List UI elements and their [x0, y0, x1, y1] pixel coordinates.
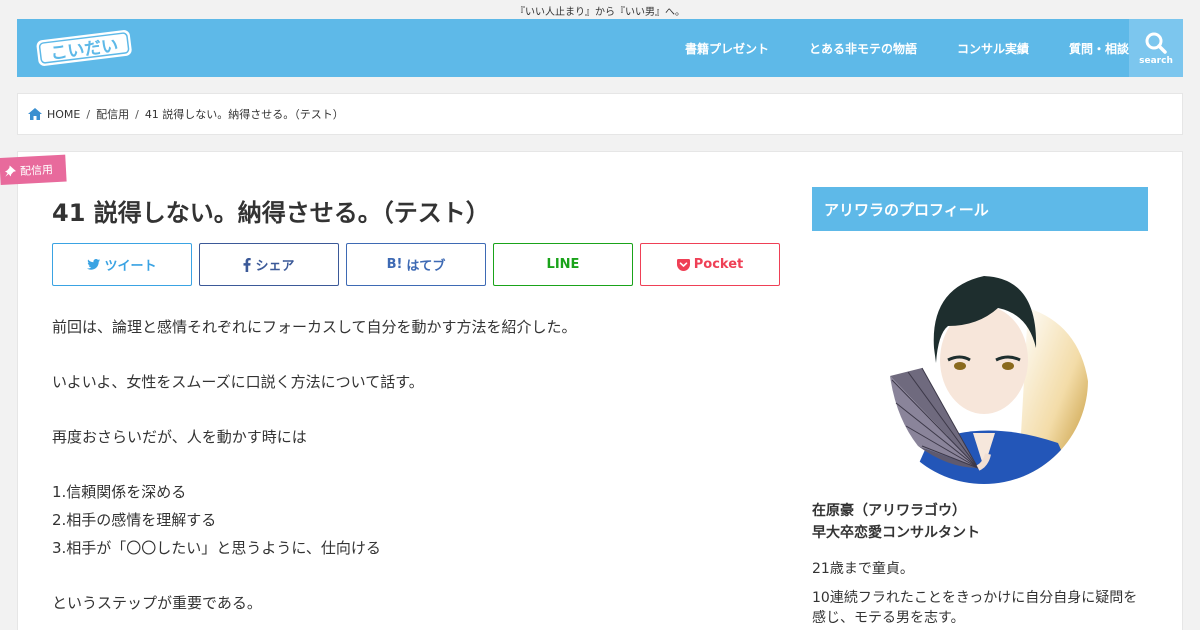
profile-bio: 21歳まで童貞。 10連続フラれたことをきっかけに自分自身に疑問を感じ、モテる男…: [812, 559, 1148, 630]
nav-item-book-present[interactable]: 書籍プレゼント: [685, 40, 769, 57]
hatena-b-icon: B!: [386, 257, 403, 272]
pocket-share-label: Pocket: [693, 257, 744, 272]
search-icon: [1145, 32, 1167, 54]
profile-name-line: 在原豪（アリワラゴウ）: [812, 503, 966, 519]
global-nav: 書籍プレゼント とある非モテの物語 コンサル実績 質問・相談: [645, 19, 1129, 77]
breadcrumb-category[interactable]: 配信用: [96, 106, 129, 122]
post-body: 前回は、論理と感情それぞれにフォーカスして自分を動かす方法を紹介した。 いよいよ…: [52, 313, 772, 617]
twitter-share-button[interactable]: ツイート: [52, 243, 192, 286]
paragraph: 再度おさらいだが、人を動かす時には: [52, 428, 307, 446]
post-title: 41 説得しない。納得させる。（テスト）: [52, 199, 490, 227]
home-icon: [28, 108, 42, 120]
nav-item-questions[interactable]: 質問・相談: [1069, 40, 1129, 57]
paragraph: というステップが重要である。: [52, 594, 262, 612]
line-share-button[interactable]: LINE: [493, 243, 633, 286]
twitter-share-label: ツイート: [104, 259, 157, 274]
profile-widget-heading: アリワラのプロフィール: [812, 187, 1148, 231]
site-logo[interactable]: こいだい: [33, 27, 135, 67]
list-item: 2.相手の感情を理解する: [52, 511, 217, 529]
breadcrumb: HOME / 配信用 / 41 説得しない。納得させる。（テスト）: [17, 93, 1183, 135]
profile-avatar: [880, 276, 1088, 484]
breadcrumb-separator: /: [86, 107, 91, 121]
twitter-bird-icon: [87, 259, 101, 270]
hatena-bookmark-button[interactable]: B! はてブ: [346, 243, 486, 286]
facebook-share-button[interactable]: シェア: [199, 243, 339, 286]
category-badge[interactable]: 配信用: [0, 154, 67, 185]
nav-item-story[interactable]: とある非モテの物語: [809, 40, 917, 57]
profile-bio-line: 21歳まで童貞。: [812, 561, 914, 577]
hatena-share-label: はてブ: [406, 259, 446, 274]
facebook-icon: [243, 257, 252, 272]
facebook-share-label: シェア: [255, 259, 295, 274]
pocket-icon: [676, 258, 690, 271]
breadcrumb-separator: /: [135, 107, 139, 121]
breadcrumb-current: 41 説得しない。納得させる。（テスト）: [144, 108, 344, 121]
breadcrumb-home[interactable]: HOME: [28, 108, 80, 121]
list-item: 3.相手が「〇〇したい」と思うように、仕向ける: [52, 539, 381, 557]
search-button[interactable]: search: [1129, 19, 1183, 77]
site-tagline: 『いい人止まり』から『いい男』へ。: [515, 7, 685, 18]
profile-name: 在原豪（アリワラゴウ） 早大卒恋愛コンサルタント: [812, 500, 980, 544]
nav-item-consulting-results[interactable]: コンサル実績: [957, 40, 1029, 57]
paragraph: 前回は、論理と感情それぞれにフォーカスして自分を動かす方法を紹介した。: [52, 318, 577, 336]
category-badge-label: 配信用: [19, 162, 54, 178]
pocket-save-button[interactable]: Pocket: [640, 243, 780, 286]
share-buttons: ツイート シェア B! はてブ LINE Pocket: [52, 243, 787, 286]
site-header: こいだい 書籍プレゼント とある非モテの物語 コンサル実績 質問・相談 sear…: [17, 19, 1183, 77]
profile-title-line: 早大卒恋愛コンサルタント: [812, 525, 980, 541]
line-share-label: LINE: [546, 257, 580, 272]
list-item: 1.信頼関係を深める: [52, 483, 187, 501]
pin-icon: [4, 165, 17, 177]
search-label: search: [1139, 55, 1173, 66]
paragraph: いよいよ、女性をスムーズに口説く方法について話す。: [52, 373, 424, 391]
breadcrumb-home-label: HOME: [47, 107, 81, 121]
profile-bio-line: 10連続フラれたことをきっかけに自分自身に疑問を感じ、モテる男を志す。: [812, 590, 1138, 626]
